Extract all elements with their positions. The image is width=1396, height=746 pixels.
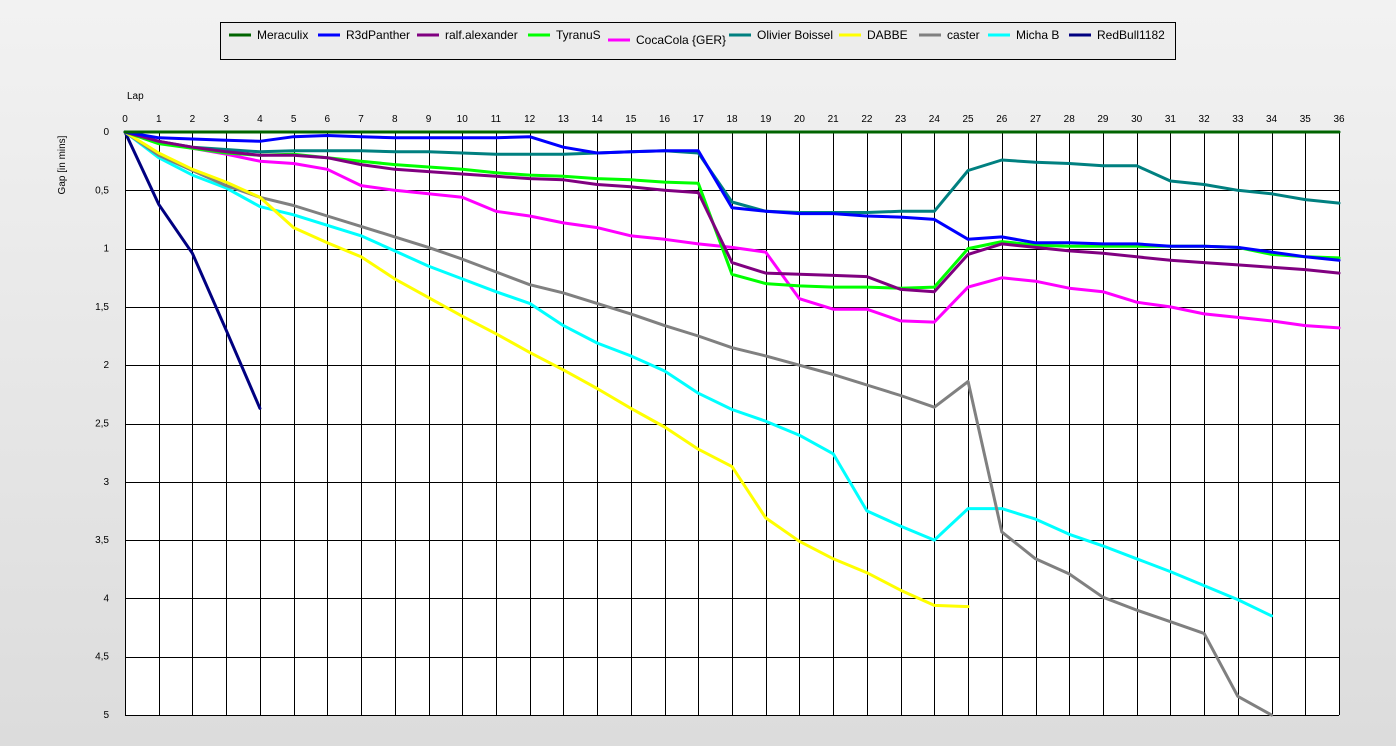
x-tick-label: 30 <box>1131 114 1143 125</box>
y-tick-label: 4,5 <box>95 652 109 663</box>
x-tick-label: 11 <box>491 114 502 125</box>
x-tick-label: 16 <box>659 114 671 125</box>
x-tick-label: 25 <box>962 114 974 125</box>
legend: Meraculix R3dPanther ralf.alexander TyranuS… <box>220 22 1176 60</box>
x-tick-label: 22 <box>861 114 873 125</box>
x-tick-label: 12 <box>524 114 536 125</box>
x-tick-label: 9 <box>426 114 432 125</box>
x-tick-label: 8 <box>392 114 398 125</box>
x-tick-label: 26 <box>996 114 1008 125</box>
legend-label: caster <box>947 28 980 42</box>
y-tick-label: 3 <box>103 477 109 488</box>
x-tick-label: 15 <box>625 114 637 125</box>
lap-gap-chart: Meraculix R3dPanther ralf.alexander TyranuS… <box>0 0 1396 746</box>
x-tick-label: 31 <box>1165 114 1177 125</box>
y-axis-label: Gap [in mins] <box>57 135 68 194</box>
x-tick-label: 1 <box>156 114 162 125</box>
legend-label: Meraculix <box>257 28 308 42</box>
x-tick-label: 34 <box>1266 114 1278 125</box>
x-tick-label: 21 <box>828 114 840 125</box>
x-tick-label: 35 <box>1300 114 1312 125</box>
y-tick-label: 0,5 <box>95 185 109 196</box>
x-axis-label: Lap <box>127 91 144 102</box>
x-tick-label: 24 <box>929 114 941 125</box>
legend-label: ralf.alexander <box>445 28 518 42</box>
y-tick-label: 2 <box>103 360 109 371</box>
legend-label: R3dPanther <box>346 28 410 42</box>
x-tick-label: 27 <box>1030 114 1042 125</box>
y-tick-label: 1 <box>103 244 109 255</box>
x-tick-label: 33 <box>1232 114 1244 125</box>
x-tick-label: 14 <box>592 114 604 125</box>
legend-label: RedBull1182 <box>1097 28 1165 42</box>
legend-label: Micha B <box>1016 28 1059 42</box>
legend-label: CocaCola {GER} <box>636 33 726 47</box>
x-tick-label: 13 <box>558 114 570 125</box>
y-tick-label: 4 <box>103 593 109 604</box>
x-tick-label: 0 <box>122 114 128 125</box>
x-tick-label: 6 <box>325 114 331 125</box>
x-tick-label: 3 <box>223 114 229 125</box>
x-tick-label: 10 <box>457 114 469 125</box>
chart-svg: Meraculix R3dPanther ralf.alexander TyranuS… <box>57 22 1345 721</box>
y-tick-label: 0 <box>103 127 109 138</box>
legend-label: DABBE <box>867 28 908 42</box>
y-tick-label: 2,5 <box>95 419 109 430</box>
x-tick-label: 23 <box>895 114 907 125</box>
x-tick-label: 7 <box>358 114 364 125</box>
x-tick-label: 5 <box>291 114 297 125</box>
x-tick-label: 36 <box>1333 114 1345 125</box>
x-tick-label: 32 <box>1199 114 1211 125</box>
x-tick-label: 17 <box>693 114 705 125</box>
y-tick-label: 5 <box>103 710 109 721</box>
x-tick-label: 19 <box>760 114 772 125</box>
legend-label: Olivier Boissel <box>757 28 833 42</box>
x-tick-label: 18 <box>726 114 738 125</box>
x-tick-label: 20 <box>794 114 806 125</box>
x-tick-label: 2 <box>190 114 196 125</box>
legend-label: TyranuS <box>556 28 601 42</box>
y-tick-label: 1,5 <box>95 302 109 313</box>
x-tick-label: 28 <box>1064 114 1076 125</box>
y-tick-label: 3,5 <box>95 535 109 546</box>
x-tick-label: 4 <box>257 114 263 125</box>
x-tick-label: 29 <box>1097 114 1109 125</box>
